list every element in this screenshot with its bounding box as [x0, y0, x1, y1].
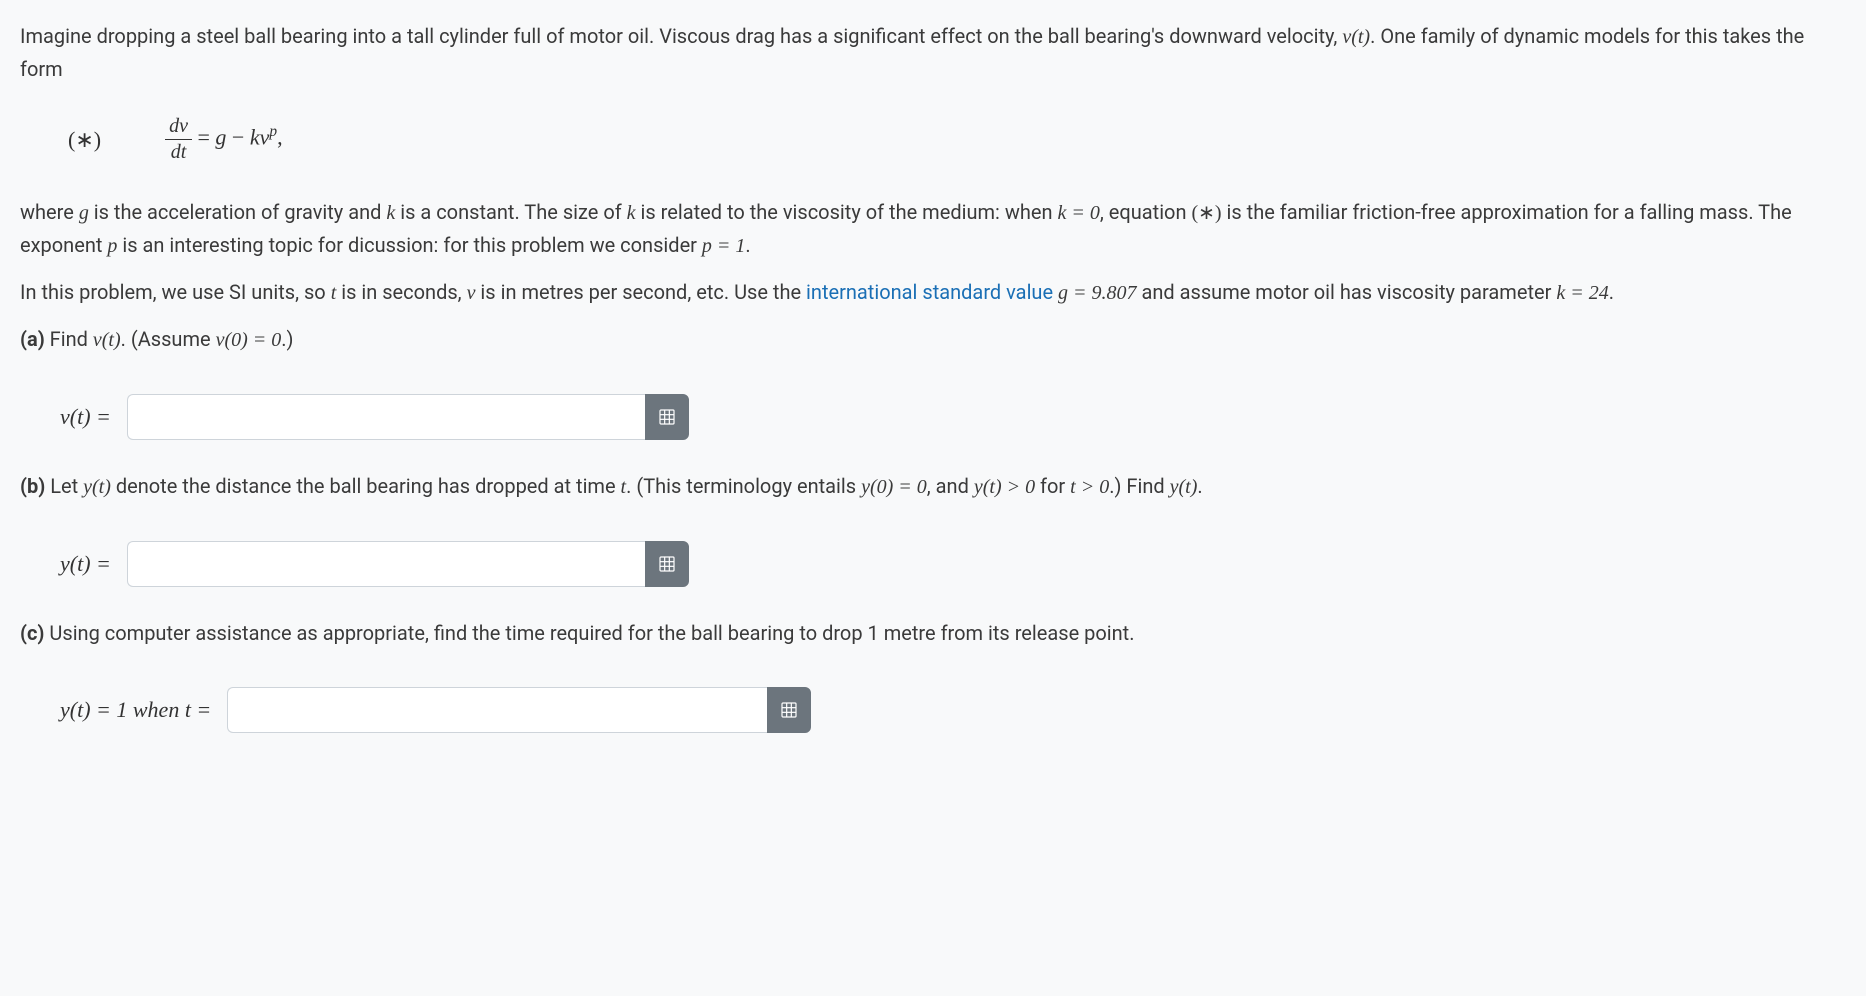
part-b-lhs: y(t) =: [60, 546, 111, 581]
star-ref: (∗): [1191, 202, 1221, 224]
text: , equation: [1100, 200, 1192, 224]
text: is an interesting topic for dicussion: f…: [117, 233, 702, 257]
part-c-prompt: (c) Using computer assistance as appropr…: [20, 617, 1840, 649]
g-var: g: [79, 202, 89, 224]
yt-pos: y(t) > 0: [974, 476, 1035, 498]
part-b-prompt: (b) Let y(t) denote the distance the bal…: [20, 470, 1840, 503]
part-a-lhs: v(t) =: [60, 399, 111, 434]
text: is a constant. The size of: [395, 200, 626, 224]
comma: ,: [277, 125, 283, 150]
vt: v(t): [93, 329, 121, 351]
text: . (This terminology entails: [626, 474, 861, 498]
text: is the acceleration of gravity and: [89, 200, 387, 224]
keypad-icon: [781, 702, 797, 718]
fraction-numerator: dv: [165, 115, 192, 140]
part-b-label: (b): [20, 474, 45, 498]
text: Let: [45, 474, 83, 498]
text: . (Assume: [121, 327, 216, 351]
text: where: [20, 200, 79, 224]
fraction-denominator: dt: [167, 140, 191, 164]
p-var: p: [107, 235, 117, 257]
text: .): [281, 327, 293, 351]
part-b-keypad-button[interactable]: [645, 541, 689, 587]
part-a-label: (a): [20, 327, 45, 351]
yt: y(t): [83, 476, 111, 498]
text: for: [1035, 474, 1070, 498]
intro-variable: v(t): [1342, 26, 1370, 48]
part-a-keypad-button[interactable]: [645, 394, 689, 440]
text: .: [1197, 474, 1202, 498]
y0-cond: y(0) = 0: [861, 476, 927, 498]
yt2: y(t): [1170, 476, 1198, 498]
text: .: [1609, 280, 1614, 304]
part-c-label: (c): [20, 621, 44, 645]
p-eq-1: p = 1: [702, 235, 746, 257]
equation-label: (∗): [68, 122, 101, 157]
part-c-input-row: y(t) = 1 when t =: [20, 663, 1840, 763]
minus: −: [226, 125, 249, 150]
part-a-input[interactable]: [127, 394, 645, 440]
part-b-input-row: y(t) =: [20, 517, 1840, 617]
paragraph-3: In this problem, we use SI units, so t i…: [20, 276, 1840, 309]
equation-body: dv dt = g − kvp,: [165, 115, 282, 164]
text: .) Find: [1109, 474, 1169, 498]
v-var: v: [260, 125, 270, 150]
text: , and: [927, 474, 974, 498]
text: Using computer assistance as appropriate…: [44, 621, 1134, 645]
vt-equals: v(t) =: [60, 404, 111, 429]
part-a-input-row: v(t) =: [20, 370, 1840, 470]
k-value: k = 24: [1556, 282, 1608, 304]
part-b-input[interactable]: [127, 541, 645, 587]
problem-container: Imagine dropping a steel ball bearing in…: [20, 20, 1840, 763]
equation-star: (∗) dv dt = g − kvp,: [20, 99, 1840, 180]
g-var: g: [215, 125, 226, 150]
text: In this problem, we use SI units, so: [20, 280, 331, 304]
p-exp: p: [269, 123, 277, 140]
keypad-icon: [659, 556, 675, 572]
text: is in metres per second, etc. Use the: [475, 280, 806, 304]
text: is in seconds,: [336, 280, 466, 304]
g-value: g = 9.807: [1058, 282, 1137, 304]
fraction-dvdt: dv dt: [165, 115, 192, 164]
text: is related to the viscosity of the mediu…: [636, 200, 1058, 224]
part-c-keypad-button[interactable]: [767, 687, 811, 733]
yt-equals: y(t) =: [60, 551, 111, 576]
text: .: [745, 233, 750, 257]
equals: =: [192, 125, 215, 150]
part-c-input[interactable]: [227, 687, 767, 733]
k-var: k: [386, 202, 395, 224]
keypad-icon: [659, 409, 675, 425]
yt1-when-t: y(t) = 1 when t =: [60, 697, 211, 722]
text: denote the distance the ball bearing has…: [111, 474, 621, 498]
v0-cond: v(0) = 0: [216, 329, 282, 351]
standard-value-link[interactable]: international standard value: [806, 280, 1053, 304]
k-var: k: [250, 125, 260, 150]
intro-text: Imagine dropping a steel ball bearing in…: [20, 24, 1342, 48]
intro-paragraph: Imagine dropping a steel ball bearing in…: [20, 20, 1840, 85]
part-a-prompt: (a) Find v(t). (Assume v(0) = 0.): [20, 323, 1840, 356]
text: and assume motor oil has viscosity param…: [1137, 280, 1557, 304]
paragraph-2: where g is the acceleration of gravity a…: [20, 196, 1840, 262]
t-pos: t > 0: [1070, 476, 1109, 498]
text: Find: [45, 327, 93, 351]
k-var: k: [627, 202, 636, 224]
part-c-lhs: y(t) = 1 when t =: [60, 692, 211, 727]
k-eq-0: k = 0: [1058, 202, 1100, 224]
